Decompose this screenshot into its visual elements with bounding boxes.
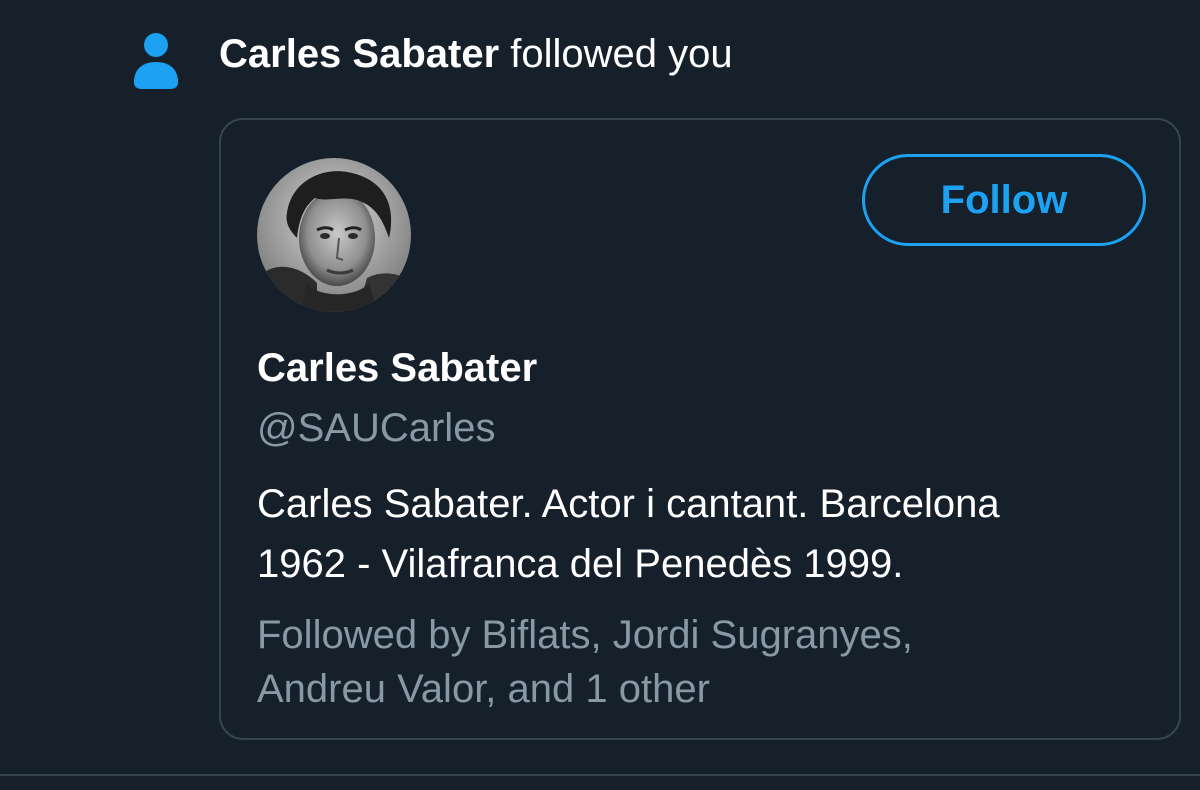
follow-button[interactable]: Follow xyxy=(862,154,1146,246)
followed-by-summary[interactable]: Followed by Biflats, Jordi Sugranyes, An… xyxy=(257,608,1137,716)
profile-handle[interactable]: @SAUCarles xyxy=(257,404,495,452)
notification-actor-name[interactable]: Carles Sabater xyxy=(219,32,499,76)
avatar-photo xyxy=(257,158,411,312)
profile-display-name[interactable]: Carles Sabater xyxy=(257,344,537,392)
person-icon xyxy=(134,33,178,89)
feed-divider xyxy=(0,774,1200,776)
profile-card[interactable]: Follow Carles Sabater @SAUCarles Carles … xyxy=(219,118,1181,740)
follow-notification[interactable]: Carles Sabater followed you Follow Carle… xyxy=(0,0,1200,790)
notification-action-text: followed you xyxy=(499,32,733,76)
profile-bio-line: Carles Sabater. Actor i cantant. Barcelo… xyxy=(257,482,1000,526)
profile-avatar[interactable] xyxy=(257,158,411,312)
profile-bio-line: 1962 - Vilafranca del Penedès 1999. xyxy=(257,542,904,586)
profile-bio: Carles Sabater. Actor i cantant. Barcelo… xyxy=(257,474,1137,594)
notification-headline: Carles Sabater followed you xyxy=(219,30,733,78)
followed-by-line: Andreu Valor, and 1 other xyxy=(257,667,710,711)
followed-by-line: Followed by Biflats, Jordi Sugranyes, xyxy=(257,613,913,657)
